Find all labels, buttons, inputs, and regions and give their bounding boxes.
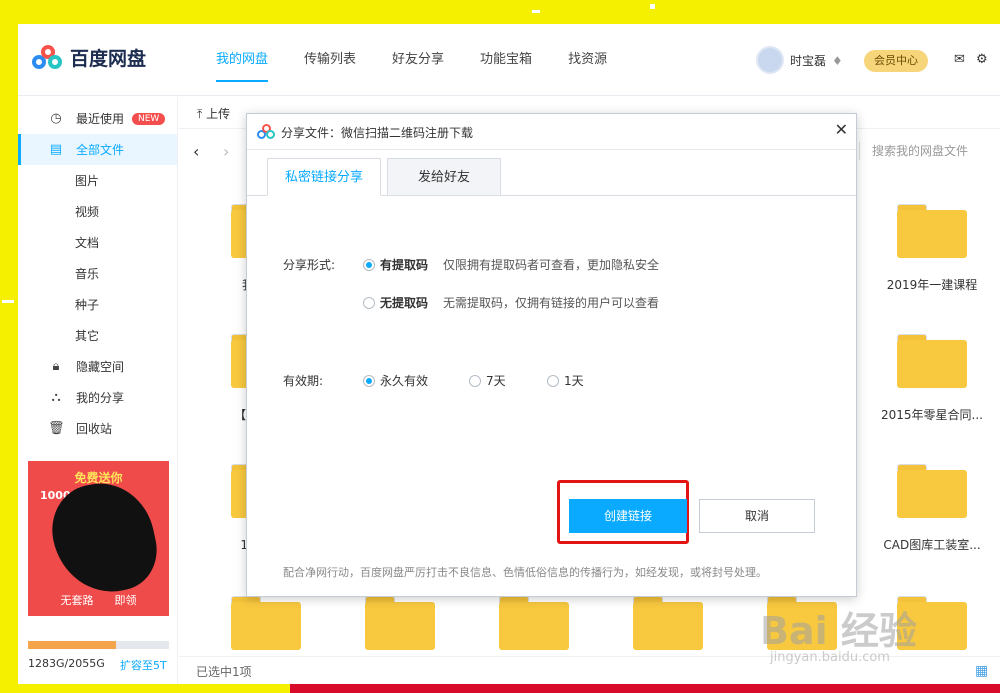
upload-icon: ⤒: [197, 107, 203, 121]
gear-icon[interactable]: ⚙: [976, 52, 988, 67]
folder-label[interactable]: 2015年零星合同...: [867, 406, 997, 423]
user-name[interactable]: 时宝磊: [790, 52, 826, 69]
promo-banner[interactable]: 免费送你 1000+大 无套路 即领: [28, 461, 169, 616]
file-icon: ▤: [49, 142, 63, 157]
radio-permanent[interactable]: 永久有效: [363, 372, 428, 389]
sidebar: ◷ 最近使用 NEW ▤ 全部文件 图片 视频 文档 音乐 种子 其它 🔒︎ 隐…: [18, 97, 178, 684]
sidebar-item-label: 隐藏空间: [76, 360, 125, 374]
promo-footer: 无套路 即领: [60, 594, 137, 607]
cloud-logo-icon: [32, 44, 62, 71]
sidebar-item-all-files[interactable]: ▤ 全部文件: [18, 134, 177, 165]
watermark-url: jingyan.baidu.com: [770, 650, 890, 665]
radio-circle: [363, 258, 375, 271]
sidebar-item-hidden-space[interactable]: 🔒︎ 隐藏空间: [18, 351, 177, 382]
create-link-button[interactable]: 创建链接: [569, 499, 687, 533]
folder-label[interactable]: 2019年一建课程: [867, 276, 997, 293]
sidebar-item-label: 最近使用: [76, 112, 125, 126]
sidebar-item-images[interactable]: 图片: [18, 165, 177, 196]
radio-7-days[interactable]: 7天: [469, 372, 506, 389]
new-badge: NEW: [132, 112, 166, 125]
header: 百度网盘 我的网盘 传输列表 好友分享 功能宝箱 找资源 时宝磊 ♦ 会员中心 …: [18, 24, 1000, 96]
nav-toolbox[interactable]: 功能宝箱: [462, 24, 550, 96]
share-form-label: 分享形式:: [283, 258, 336, 272]
radio-no-code[interactable]: 无提取码: [363, 294, 428, 311]
nav-friend-share[interactable]: 好友分享: [374, 24, 462, 96]
forward-arrow-icon[interactable]: ›: [223, 142, 229, 161]
share-icon: ⛬: [51, 390, 61, 405]
search-input[interactable]: 搜索我的网盘文件: [859, 142, 968, 160]
policy-note: 配合净网行动，百度网盘严厉打击不良信息、色情低俗信息的传播行为，如经发现，或将封…: [283, 566, 767, 579]
sidebar-item-docs[interactable]: 文档: [18, 227, 177, 258]
diamond-icon: ♦: [832, 54, 843, 68]
nav-transfer-list[interactable]: 传输列表: [286, 24, 374, 96]
upload-button[interactable]: ⤒ 上传: [197, 105, 230, 122]
trash-icon: 🗑︎: [48, 421, 65, 436]
radio-circle: [469, 374, 481, 387]
validity-label: 有效期:: [283, 374, 324, 388]
folder-icon[interactable]: [897, 204, 967, 258]
folder-icon[interactable]: [633, 596, 703, 650]
mail-icon[interactable]: ✉: [954, 52, 965, 67]
folder-icon[interactable]: [897, 464, 967, 518]
with-code-description: 仅限拥有提取码者可查看，更加隐私安全: [443, 258, 660, 272]
storage-quota-text: 1283G/2055G: [28, 657, 105, 670]
cloud-logo-icon: [257, 124, 275, 140]
share-dialog: 分享文件：微信扫描二维码注册下载 ✕ 私密链接分享 发给好友 分享形式: 有提取…: [246, 113, 857, 597]
back-arrow-icon[interactable]: ‹: [193, 142, 199, 161]
folder-icon[interactable]: [499, 596, 569, 650]
sparkle: [650, 4, 655, 9]
user-menu[interactable]: 时宝磊 ♦: [756, 46, 846, 74]
sparkle: [2, 300, 14, 303]
sidebar-item-music[interactable]: 音乐: [18, 258, 177, 289]
sidebar-item-videos[interactable]: 视频: [18, 196, 177, 227]
storage-quota-fill: [28, 641, 116, 649]
sidebar-item-other[interactable]: 其它: [18, 320, 177, 351]
radio-circle: [363, 374, 375, 387]
brand-logo: 百度网盘: [32, 44, 146, 71]
no-code-description: 无需提取码，仅拥有链接的用户可以查看: [443, 296, 660, 310]
folder-icon[interactable]: [231, 596, 301, 650]
nav-my-disk[interactable]: 我的网盘: [198, 24, 286, 96]
tab-private-link[interactable]: 私密链接分享: [267, 158, 381, 196]
lock-icon: 🔒︎: [52, 359, 60, 374]
top-nav: 我的网盘 传输列表 好友分享 功能宝箱 找资源: [198, 24, 625, 96]
red-strip: [290, 684, 1000, 693]
brand-name: 百度网盘: [70, 48, 147, 70]
selection-count: 已选中1项: [196, 665, 252, 679]
folder-icon[interactable]: [365, 596, 435, 650]
nav-find-resources[interactable]: 找资源: [550, 24, 625, 96]
radio-1-day[interactable]: 1天: [547, 372, 584, 389]
cancel-button[interactable]: 取消: [699, 499, 815, 533]
expand-storage-link[interactable]: 扩容至5T: [120, 657, 167, 673]
radio-with-code[interactable]: 有提取码: [363, 256, 428, 273]
sidebar-item-recent[interactable]: ◷ 最近使用 NEW: [18, 103, 177, 134]
close-icon[interactable]: ✕: [835, 120, 848, 139]
radio-circle: [363, 296, 375, 309]
clock-icon: ◷: [50, 111, 62, 126]
dialog-title: 分享文件：微信扫描二维码注册下载: [281, 126, 474, 140]
radio-circle: [547, 374, 559, 387]
sparkle: [532, 10, 540, 13]
sidebar-item-torrents[interactable]: 种子: [18, 289, 177, 320]
sidebar-item-label: 回收站: [76, 422, 113, 436]
storage-quota-bar: [28, 641, 169, 649]
folder-icon[interactable]: [897, 334, 967, 388]
tab-send-to-friend[interactable]: 发给好友: [387, 158, 501, 196]
grid-view-icon[interactable]: ▦: [975, 663, 988, 679]
folder-label[interactable]: CAD图库工装室...: [867, 536, 997, 553]
vip-center-button[interactable]: 会员中心: [864, 50, 928, 72]
baidu-jingyan-watermark: Bai 经验: [760, 609, 917, 653]
sidebar-item-my-shares[interactable]: ⛬ 我的分享: [18, 382, 177, 413]
sidebar-item-label: 全部文件: [76, 143, 125, 157]
sidebar-item-label: 我的分享: [76, 391, 125, 405]
sidebar-item-recycle-bin[interactable]: 🗑︎ 回收站: [18, 413, 177, 444]
avatar[interactable]: [756, 46, 784, 74]
share-tabs: 私密链接分享 发给好友: [267, 158, 507, 196]
dialog-header: 分享文件：微信扫描二维码注册下载 ✕: [247, 114, 856, 150]
